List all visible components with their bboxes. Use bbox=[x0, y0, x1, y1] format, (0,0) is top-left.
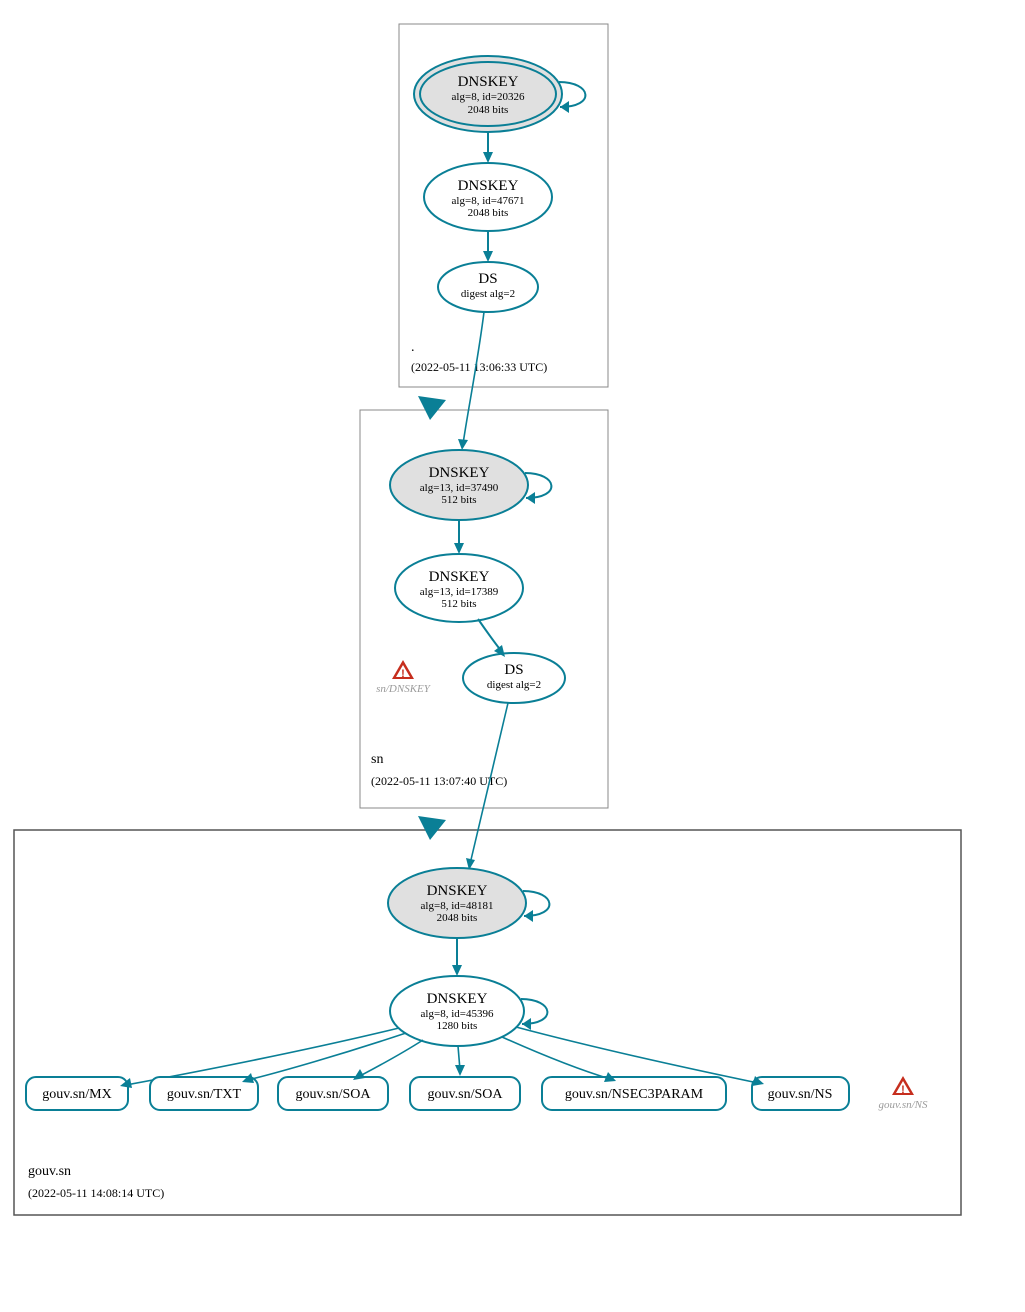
node-gouv-ksk-title: DNSKEY bbox=[427, 883, 488, 899]
node-root-zsk-title: DNSKEY bbox=[458, 178, 519, 194]
svg-text:gouv.sn/SOA: gouv.sn/SOA bbox=[296, 1087, 372, 1102]
node-sn-zsk-title: DNSKEY bbox=[429, 569, 490, 585]
node-sn-ds-l1: digest alg=2 bbox=[487, 679, 541, 691]
svg-text:gouv.sn/SOA: gouv.sn/SOA bbox=[428, 1087, 504, 1102]
node-root-ksk: DNSKEY alg=8, id=20326 2048 bits bbox=[414, 56, 562, 132]
warning-sn-dnskey-label: sn/DNSKEY bbox=[376, 683, 432, 695]
node-gouv-zsk-title: DNSKEY bbox=[427, 991, 488, 1007]
node-gouv-ksk-l2: 2048 bits bbox=[437, 912, 478, 924]
zone-root-timestamp: (2022-05-11 13:06:33 UTC) bbox=[411, 360, 547, 374]
svg-text:gouv.sn/TXT: gouv.sn/TXT bbox=[167, 1087, 242, 1102]
edge-rootds-snksk bbox=[463, 312, 484, 444]
node-sn-zsk-l2: 512 bits bbox=[441, 598, 476, 610]
svg-text:!: ! bbox=[401, 668, 405, 680]
zone-sn-timestamp: (2022-05-11 13:07:40 UTC) bbox=[371, 774, 507, 788]
node-sn-ds: DS digest alg=2 bbox=[463, 653, 565, 703]
zone-sn: sn (2022-05-11 13:07:40 UTC) DNSKEY alg=… bbox=[360, 312, 608, 808]
node-root-zsk: DNSKEY alg=8, id=47671 2048 bits bbox=[424, 163, 552, 231]
warning-sn-dnskey: ! sn/DNSKEY bbox=[376, 660, 432, 695]
node-gouv-zsk-l2: 1280 bits bbox=[437, 1020, 478, 1032]
rrset-gouv-txt: gouv.sn/TXT bbox=[150, 1077, 258, 1110]
svg-text:gouv.sn/NSEC3PARAM: gouv.sn/NSEC3PARAM bbox=[565, 1087, 704, 1102]
deleg-sn-gouv-arrow bbox=[418, 816, 446, 840]
warning-gouv-ns: ! gouv.sn/NS bbox=[879, 1076, 928, 1111]
zone-sn-label: sn bbox=[371, 752, 383, 767]
node-root-ksk-l2: 2048 bits bbox=[468, 104, 509, 116]
node-root-zsk-l1: alg=8, id=47671 bbox=[452, 195, 525, 207]
node-gouv-zsk: DNSKEY alg=8, id=45396 1280 bits bbox=[390, 976, 524, 1046]
svg-text:!: ! bbox=[901, 1084, 905, 1096]
node-root-ds-l1: digest alg=2 bbox=[461, 288, 515, 300]
zone-root: . (2022-05-11 13:06:33 UTC) DNSKEY alg=8… bbox=[399, 24, 608, 387]
node-root-ds-title: DS bbox=[478, 271, 497, 287]
zone-gouv-timestamp: (2022-05-11 14:08:14 UTC) bbox=[28, 1186, 164, 1200]
rrset-gouv-ns: gouv.sn/NS bbox=[752, 1077, 849, 1110]
svg-text:gouv.sn/MX: gouv.sn/MX bbox=[42, 1087, 112, 1102]
node-sn-ksk-title: DNSKEY bbox=[429, 465, 490, 481]
zone-root-label: . bbox=[411, 340, 415, 355]
node-root-ds: DS digest alg=2 bbox=[438, 262, 538, 312]
node-gouv-ksk: DNSKEY alg=8, id=48181 2048 bits bbox=[388, 868, 526, 938]
node-gouv-zsk-l1: alg=8, id=45396 bbox=[421, 1008, 494, 1020]
node-root-ksk-l1: alg=8, id=20326 bbox=[452, 91, 525, 103]
rrset-gouv-mx: gouv.sn/MX bbox=[26, 1077, 128, 1110]
node-sn-ksk-l1: alg=13, id=37490 bbox=[420, 482, 499, 494]
zone-gouv-label: gouv.sn bbox=[28, 1164, 71, 1179]
node-gouv-ksk-l1: alg=8, id=48181 bbox=[421, 900, 494, 912]
svg-text:gouv.sn/NS: gouv.sn/NS bbox=[768, 1087, 833, 1102]
dnssec-chain-diagram: . (2022-05-11 13:06:33 UTC) DNSKEY alg=8… bbox=[0, 0, 1025, 1312]
rrset-gouv-soa-2: gouv.sn/SOA bbox=[410, 1077, 520, 1110]
node-root-zsk-l2: 2048 bits bbox=[468, 207, 509, 219]
node-sn-ksk-l2: 512 bits bbox=[441, 494, 476, 506]
rrset-gouv-nsec3param: gouv.sn/NSEC3PARAM bbox=[542, 1077, 726, 1110]
node-root-ksk-title: DNSKEY bbox=[458, 74, 519, 90]
rrset-gouv-soa-1: gouv.sn/SOA bbox=[278, 1077, 388, 1110]
node-sn-zsk: DNSKEY alg=13, id=17389 512 bits bbox=[395, 554, 523, 622]
warning-gouv-ns-label: gouv.sn/NS bbox=[879, 1099, 928, 1111]
deleg-root-sn-arrow bbox=[418, 396, 446, 420]
node-sn-zsk-l1: alg=13, id=17389 bbox=[420, 586, 499, 598]
node-sn-ksk: DNSKEY alg=13, id=37490 512 bits bbox=[390, 450, 528, 520]
node-sn-ds-title: DS bbox=[504, 662, 523, 678]
